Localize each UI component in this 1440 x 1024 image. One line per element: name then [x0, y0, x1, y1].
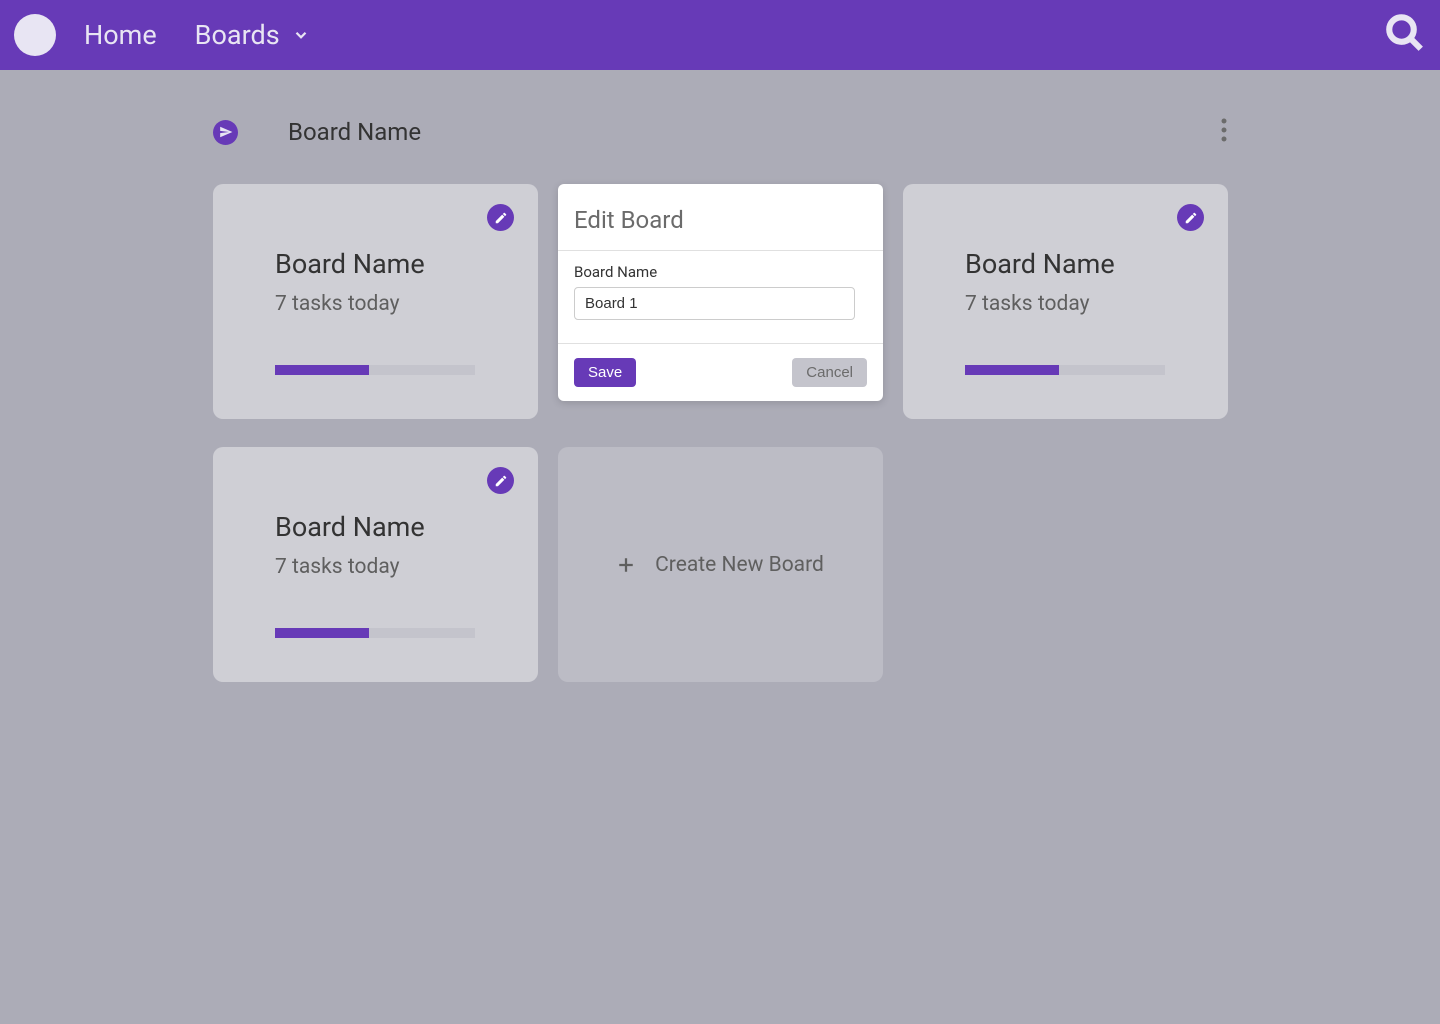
create-board-label: Create New Board — [655, 553, 824, 577]
card-subtitle: 7 tasks today — [275, 555, 508, 579]
nav-boards-label: Boards — [195, 19, 280, 51]
board-name-input[interactable] — [574, 287, 855, 320]
cancel-button[interactable]: Cancel — [792, 358, 867, 387]
progress-bar — [275, 628, 475, 638]
card-subtitle: 7 tasks today — [275, 292, 508, 316]
edit-button[interactable] — [487, 467, 514, 494]
more-options-icon[interactable] — [1221, 118, 1227, 146]
card-title: Board Name — [275, 248, 508, 280]
edit-modal-title: Edit Board — [574, 206, 867, 234]
save-button[interactable]: Save — [574, 358, 636, 387]
board-name-label: Board Name — [574, 263, 867, 281]
progress-bar — [275, 365, 475, 375]
board-card[interactable]: Board Name 7 tasks today — [903, 184, 1228, 419]
search-icon[interactable] — [1384, 12, 1426, 58]
card-title: Board Name — [965, 248, 1198, 280]
nav-boards[interactable]: Boards — [195, 19, 310, 51]
plus-icon — [617, 556, 635, 574]
edit-modal-body: Board Name — [558, 251, 883, 344]
edit-button[interactable] — [487, 204, 514, 231]
nav-home[interactable]: Home — [84, 19, 157, 51]
progress-fill — [275, 365, 369, 375]
main-content: Board Name Board Name 7 tasks today Edit… — [0, 70, 1440, 682]
progress-fill — [965, 365, 1059, 375]
board-header: Board Name — [213, 118, 1227, 146]
edit-modal-footer: Save Cancel — [558, 344, 883, 401]
board-title: Board Name — [288, 118, 421, 146]
chevron-down-icon — [292, 26, 310, 44]
logo-icon[interactable] — [14, 14, 56, 56]
progress-fill — [275, 628, 369, 638]
progress-bar — [965, 365, 1165, 375]
cards-grid: Board Name 7 tasks today Edit Board Boar… — [213, 184, 1227, 682]
edit-modal-header: Edit Board — [558, 184, 883, 251]
edit-board-modal: Edit Board Board Name Save Cancel — [558, 184, 883, 401]
top-navbar: Home Boards — [0, 0, 1440, 70]
card-title: Board Name — [275, 511, 508, 543]
create-board-card[interactable]: Create New Board — [558, 447, 883, 682]
board-icon — [213, 120, 238, 145]
board-card[interactable]: Board Name 7 tasks today — [213, 447, 538, 682]
card-subtitle: 7 tasks today — [965, 292, 1198, 316]
edit-button[interactable] — [1177, 204, 1204, 231]
board-card[interactable]: Board Name 7 tasks today — [213, 184, 538, 419]
